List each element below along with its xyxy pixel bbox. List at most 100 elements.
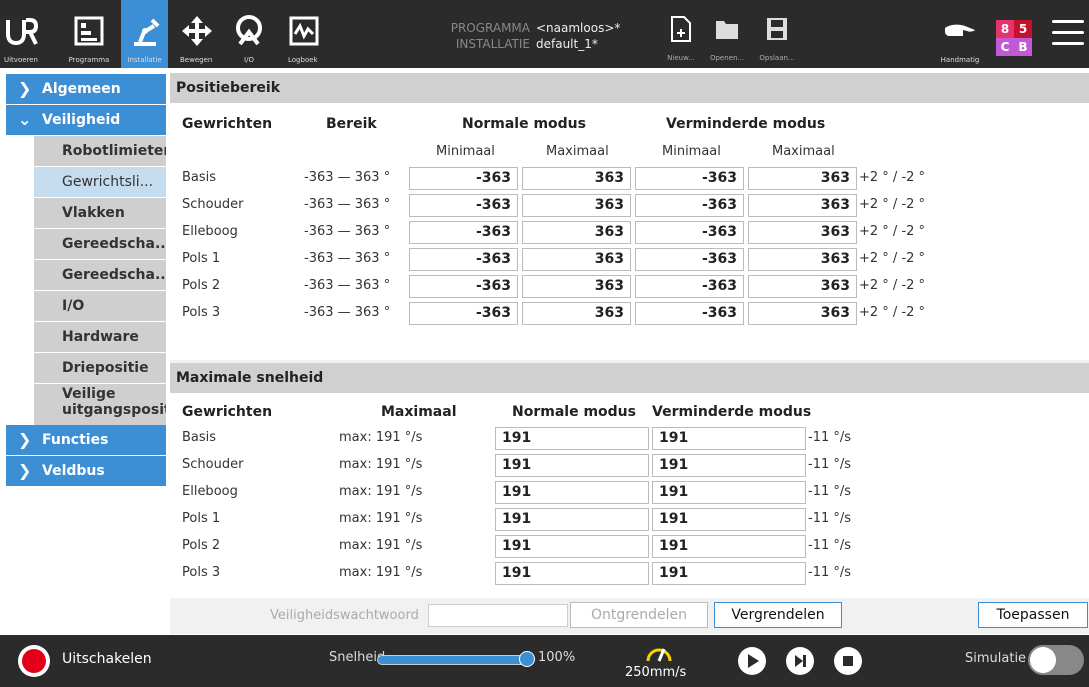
move-icon: [182, 16, 212, 46]
tab-io[interactable]: I/O: [228, 0, 270, 68]
sidebar-item-hardware[interactable]: Hardware: [34, 322, 166, 352]
reduced-max-input[interactable]: 363: [748, 194, 857, 217]
speed-tolerance-label: -11 °/s: [808, 565, 852, 580]
lock-button[interactable]: Vergrendelen: [714, 602, 842, 628]
normal-min-input[interactable]: -363: [409, 221, 518, 244]
reduced-min-input[interactable]: -363: [635, 248, 744, 271]
power-off-label[interactable]: Uitschakelen: [62, 651, 152, 667]
simulation-toggle[interactable]: [1028, 645, 1084, 675]
status-badge[interactable]: 8 5 C B: [996, 20, 1032, 56]
tab-program-label: Programma: [68, 56, 110, 64]
speed-slider[interactable]: [377, 655, 527, 665]
joint-name: Pols 1: [182, 251, 221, 266]
reduced-max-input[interactable]: 363: [748, 275, 857, 298]
status-8: 8: [996, 20, 1014, 38]
log-icon: [289, 16, 319, 46]
new-button[interactable]: Nieuw...: [656, 0, 706, 68]
reduced-speed-input[interactable]: 191: [652, 535, 806, 558]
joint-name: Elleboog: [182, 224, 238, 239]
joint-name: Pols 2: [182, 278, 221, 293]
reduced-max-input[interactable]: 363: [748, 248, 857, 271]
joint-name: Pols 3: [182, 305, 221, 320]
normal-speed-input[interactable]: 191: [495, 427, 649, 450]
step-icon: [795, 655, 806, 667]
normal-min-input[interactable]: -363: [409, 275, 518, 298]
reduced-min-input[interactable]: -363: [635, 194, 744, 217]
sidebar-item-features[interactable]: ❯ Functies: [6, 425, 166, 455]
normal-min-input[interactable]: -363: [409, 248, 518, 271]
joint-name: Pols 3: [182, 565, 221, 580]
password-input[interactable]: [428, 604, 568, 627]
speed-header-max: Maximaal: [381, 404, 457, 420]
normal-speed-input[interactable]: 191: [495, 481, 649, 504]
save-label: Opslaan...: [759, 54, 795, 62]
tab-log[interactable]: Logboek: [284, 0, 324, 68]
reduced-speed-input[interactable]: 191: [652, 481, 806, 504]
normal-min-input[interactable]: -363: [409, 302, 518, 325]
reduced-min-input[interactable]: -363: [635, 302, 744, 325]
play-button[interactable]: [738, 647, 766, 675]
position-header-normal: Normale modus: [462, 116, 586, 132]
sidebar-item-tool-direction[interactable]: Gereedscha...: [34, 260, 166, 290]
normal-speed-input[interactable]: 191: [495, 508, 649, 531]
normal-max-input[interactable]: 363: [522, 248, 631, 271]
sidebar-item-safety[interactable]: ⌄ Veiligheid: [6, 105, 166, 135]
reduced-max-header: Maximaal: [772, 144, 835, 159]
speed-value: 100%: [538, 650, 576, 665]
position-header-range: Bereik: [326, 116, 377, 132]
open-button[interactable]: Openen...: [702, 0, 752, 68]
reduced-min-input[interactable]: -363: [635, 221, 744, 244]
sidebar-item-robot-limits[interactable]: Robotlimieten: [34, 136, 166, 166]
sidebar-item-general[interactable]: ❯ Algemeen: [6, 74, 166, 104]
normal-min-input[interactable]: -363: [409, 194, 518, 217]
normal-max-input[interactable]: 363: [522, 302, 631, 325]
save-icon: [767, 18, 787, 40]
speed-slider-handle[interactable]: [519, 651, 535, 667]
reduced-speed-input[interactable]: 191: [652, 454, 806, 477]
sidebar-item-tool-position[interactable]: Gereedscha...: [34, 229, 166, 259]
reduced-min-input[interactable]: -363: [635, 275, 744, 298]
tab-installation[interactable]: Installatie: [121, 0, 168, 68]
stop-button[interactable]: [834, 647, 862, 675]
reduced-speed-input[interactable]: 191: [652, 508, 806, 531]
sidebar-item-label: Robotlimieten: [62, 143, 166, 159]
tolerance-label: +2 ° / -2 °: [859, 305, 926, 320]
sidebar-item-joint-limits[interactable]: Gewrichtsli...: [34, 167, 166, 197]
normal-max-input[interactable]: 363: [522, 275, 631, 298]
reduced-speed-input[interactable]: 191: [652, 427, 806, 450]
save-button[interactable]: Opslaan...: [752, 0, 802, 68]
reduced-speed-input[interactable]: 191: [652, 562, 806, 585]
sidebar-item-io[interactable]: I/O: [34, 291, 166, 321]
normal-speed-input[interactable]: 191: [495, 454, 649, 477]
reduced-min-input[interactable]: -363: [635, 167, 744, 190]
position-header-reduced: Verminderde modus: [666, 116, 826, 132]
simulation-label: Simulatie: [965, 651, 1027, 666]
normal-max-input[interactable]: 363: [522, 167, 631, 190]
tab-program[interactable]: Programma: [62, 0, 116, 68]
power-off-icon[interactable]: [18, 645, 50, 677]
unlock-button[interactable]: Ontgrendelen: [570, 602, 708, 628]
normal-speed-input[interactable]: 191: [495, 562, 649, 585]
joint-name: Basis: [182, 170, 217, 185]
apply-button[interactable]: Toepassen: [978, 602, 1088, 628]
speed-tolerance-label: -11 °/s: [808, 511, 852, 526]
sidebar-item-planes[interactable]: Vlakken: [34, 198, 166, 228]
step-button[interactable]: [786, 647, 814, 675]
normal-speed-input[interactable]: 191: [495, 535, 649, 558]
hamburger-menu-icon[interactable]: [1052, 20, 1084, 48]
footer-bar: Uitschakelen Snelheid 100% 250mm/s Simul…: [0, 635, 1089, 687]
joint-max-speed: max: 191 °/s: [339, 565, 423, 580]
mode-button[interactable]: Handmatig: [936, 0, 984, 68]
normal-max-input[interactable]: 363: [522, 221, 631, 244]
tab-run[interactable]: Uitvoeren: [0, 0, 42, 68]
reduced-max-input[interactable]: 363: [748, 167, 857, 190]
normal-max-input[interactable]: 363: [522, 194, 631, 217]
tab-move[interactable]: Bewegen: [176, 0, 218, 68]
chevron-down-icon: ⌄: [18, 110, 32, 129]
sidebar-item-fieldbus[interactable]: ❯ Veldbus: [6, 456, 166, 486]
sidebar-item-three-position[interactable]: Driepositie: [34, 353, 166, 383]
reduced-max-input[interactable]: 363: [748, 221, 857, 244]
reduced-max-input[interactable]: 363: [748, 302, 857, 325]
ur-logo-icon: [6, 18, 38, 46]
normal-min-input[interactable]: -363: [409, 167, 518, 190]
